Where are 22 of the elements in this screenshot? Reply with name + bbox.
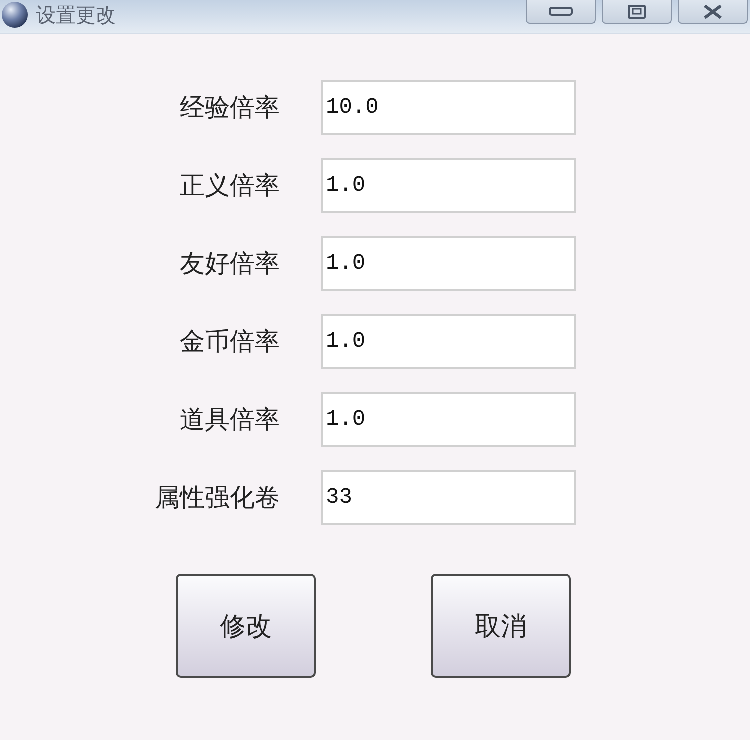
field-label: 经验倍率 xyxy=(180,92,280,122)
window-title: 设置更改 xyxy=(36,4,116,28)
minimize-icon xyxy=(549,7,573,16)
dialog-button[interactable]: 修改 xyxy=(176,574,316,678)
field-label: 道具倍率 xyxy=(180,404,280,434)
close-button[interactable] xyxy=(678,0,748,24)
dialog-button[interactable]: 取消 xyxy=(431,574,571,678)
input-field[interactable]: 33 xyxy=(321,470,576,525)
maximize-icon xyxy=(628,4,646,18)
field-label: 属性强化卷 xyxy=(155,482,280,512)
input-field[interactable]: 1.0 xyxy=(321,158,576,213)
input-field[interactable]: 1.0 xyxy=(321,392,576,447)
globe-icon xyxy=(2,2,28,28)
field-label: 友好倍率 xyxy=(180,248,280,278)
input-field[interactable]: 10.0 xyxy=(321,80,576,135)
field-label: 正义倍率 xyxy=(180,170,280,200)
minimize-button[interactable] xyxy=(526,0,596,24)
input-field[interactable]: 1.0 xyxy=(321,236,576,291)
close-icon xyxy=(703,4,723,18)
input-field[interactable]: 1.0 xyxy=(321,314,576,369)
field-label: 金币倍率 xyxy=(180,326,280,356)
maximize-button[interactable] xyxy=(602,0,672,24)
